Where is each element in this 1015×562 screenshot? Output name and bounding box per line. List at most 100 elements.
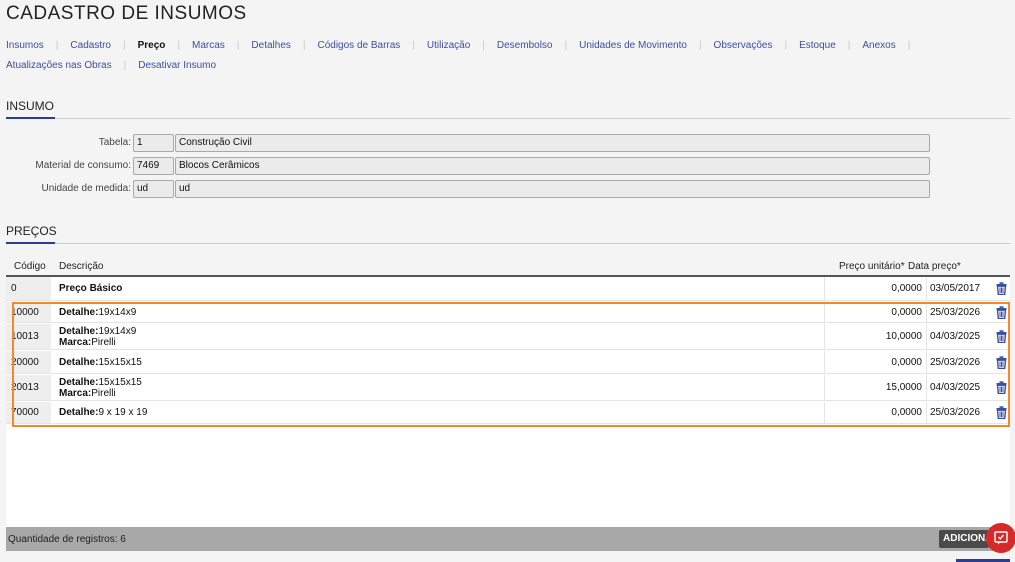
row-price[interactable]: 10,0000 (824, 324, 926, 349)
row-code: 10000 (6, 302, 51, 322)
column-header-data[interactable]: Data preço* (908, 261, 961, 272)
tab-separator: | (784, 40, 788, 51)
add-button[interactable]: ADICIONAR (939, 530, 989, 548)
tab-estoque[interactable]: Estoque (799, 40, 836, 51)
unidade-name-field[interactable]: ud (175, 180, 930, 198)
tab-codigos-de-barras[interactable]: Códigos de Barras (317, 40, 400, 51)
tab-separator: | (302, 40, 306, 51)
section-divider (6, 242, 1010, 244)
row-desc-label: Detalhe: (59, 376, 99, 388)
row-price[interactable]: 0,0000 (824, 302, 926, 322)
form-row-tabela: Tabela: (0, 134, 131, 152)
row-code: 10013 (6, 324, 51, 349)
row-brand-value: Pirelli (91, 387, 116, 399)
tab-marcas[interactable]: Marcas (192, 40, 225, 51)
tab-insumos[interactable]: Insumos (6, 40, 44, 51)
row-price[interactable]: 0,0000 (824, 277, 926, 300)
page-title: CADASTRO DE INSUMOS (6, 3, 247, 24)
feedback-icon[interactable] (986, 523, 1015, 553)
unidade-code-field[interactable]: ud (133, 180, 174, 198)
tab-bar: Insumos | Cadastro | Preço | Marcas | Detalhes | C… (6, 36, 1006, 76)
material-code-field[interactable]: 7469 (133, 157, 174, 175)
section-title-precos: PREÇOS (6, 224, 57, 238)
material-label: Material de consumo: (35, 160, 131, 171)
row-description: Detalhe:9 x 19 x 19 (59, 402, 147, 423)
tab-separator: | (122, 40, 126, 51)
row-date[interactable]: 25/03/2026 (926, 402, 992, 423)
grid-footer: Quantidade de registros: 6 (6, 527, 1010, 551)
section-title-insumo: INSUMO (6, 99, 54, 113)
row-description: Detalhe:15x15x15 (59, 351, 142, 373)
row-brand-value: Pirelli (91, 336, 116, 348)
row-price[interactable]: 0,0000 (824, 402, 926, 423)
row-brand-label: Marca: (59, 387, 92, 399)
table-row[interactable]: 20013 Detalhe:15x15x15 Marca:Pirelli 15,… (6, 375, 1010, 401)
table-row[interactable]: 10013 Detalhe:19x14x9 Marca:Pirelli 10,0… (6, 324, 1010, 350)
tabela-code-field[interactable]: 1 (133, 134, 174, 152)
column-header-preco[interactable]: Preço unitário* (839, 261, 905, 272)
tab-separator: | (564, 40, 568, 51)
row-description: Detalhe:15x15x15 Marca:Pirelli (59, 375, 142, 400)
row-date[interactable]: 04/03/2025 (926, 324, 992, 349)
row-price[interactable]: 0,0000 (824, 351, 926, 373)
trash-icon[interactable] (994, 375, 1008, 400)
row-desc-value: 19x14x9 (98, 325, 137, 337)
row-code: 20000 (6, 351, 51, 373)
tab-cadastro[interactable]: Cadastro (70, 40, 111, 51)
tab-preco[interactable]: Preço (138, 40, 166, 51)
row-desc-label: Preço Básico (59, 283, 123, 294)
section-divider (6, 117, 1010, 119)
tab-separator: | (55, 40, 59, 51)
trash-icon[interactable] (994, 351, 1008, 373)
material-name-field[interactable]: Blocos Cerâmicos (175, 157, 930, 175)
tab-unidades-de-movimento[interactable]: Unidades de Movimento (579, 40, 687, 51)
trash-icon[interactable] (994, 324, 1008, 349)
trash-icon[interactable] (994, 402, 1008, 423)
tab-separator: | (177, 40, 180, 51)
table-row[interactable]: 10000 Detalhe:19x14x9 0,0000 25/03/2026 (6, 302, 1010, 323)
row-description: Detalhe:19x14x9 (59, 302, 136, 322)
row-desc-value: 15x15x15 (98, 376, 142, 388)
tabela-name-field[interactable]: Construção Civil (175, 134, 930, 152)
tab-detalhes[interactable]: Detalhes (251, 40, 290, 51)
trash-icon[interactable] (994, 302, 1008, 322)
tab-separator: | (236, 40, 240, 51)
table-row[interactable]: 70000 Detalhe:9 x 19 x 19 0,0000 25/03/2… (6, 402, 1010, 424)
tab-observacoes[interactable]: Observações (714, 40, 773, 51)
row-date[interactable]: 04/03/2025 (926, 375, 992, 400)
tab-separator: | (907, 40, 911, 51)
column-header-descricao[interactable]: Descrição (59, 261, 103, 272)
grid-header: Código Descrição Preço unitário* Data pr… (6, 258, 1010, 276)
row-brand-label: Marca: (59, 336, 92, 348)
tab-anexos[interactable]: Anexos (862, 40, 895, 51)
row-date[interactable]: 25/03/2026 (926, 302, 992, 322)
tab-separator: | (847, 40, 851, 51)
tab-desembolso[interactable]: Desembolso (497, 40, 553, 51)
row-date[interactable]: 03/05/2017 (926, 277, 992, 300)
unidade-label: Unidade de medida: (41, 183, 131, 194)
prices-grid: 0 Preço Básico 0,0000 03/05/2017 10000 D… (6, 277, 1010, 527)
tab-separator: | (412, 40, 415, 51)
row-description: Detalhe:19x14x9 Marca:Pirelli (59, 324, 136, 349)
column-header-codigo[interactable]: Código (14, 261, 46, 272)
row-code: 70000 (6, 402, 51, 423)
tab-desativar-insumo[interactable]: Desativar Insumo (138, 60, 216, 71)
tab-separator: | (698, 40, 702, 51)
tab-utilizacao[interactable]: Utilização (427, 40, 470, 51)
row-desc-label: Detalhe: (59, 306, 99, 318)
row-price[interactable]: 15,0000 (824, 375, 926, 400)
table-row[interactable]: 20000 Detalhe:15x15x15 0,0000 25/03/2026 (6, 351, 1010, 374)
row-desc-label: Detalhe: (59, 325, 99, 337)
row-date[interactable]: 25/03/2026 (926, 351, 992, 373)
row-desc-value: 15x15x15 (98, 356, 142, 368)
trash-icon[interactable] (994, 277, 1008, 300)
row-code: 20013 (6, 375, 51, 400)
form-row-material: Material de consumo: (0, 157, 131, 175)
tab-separator: | (123, 60, 127, 71)
table-row[interactable]: 0 Preço Básico 0,0000 03/05/2017 (6, 277, 1010, 301)
tab-separator: | (482, 40, 485, 51)
row-code: 0 (6, 277, 51, 300)
row-desc-value: 9 x 19 x 19 (98, 407, 148, 418)
row-desc-label: Detalhe: (59, 407, 99, 418)
tab-atualizacoes-nas-obras[interactable]: Atualizações nas Obras (6, 60, 112, 71)
